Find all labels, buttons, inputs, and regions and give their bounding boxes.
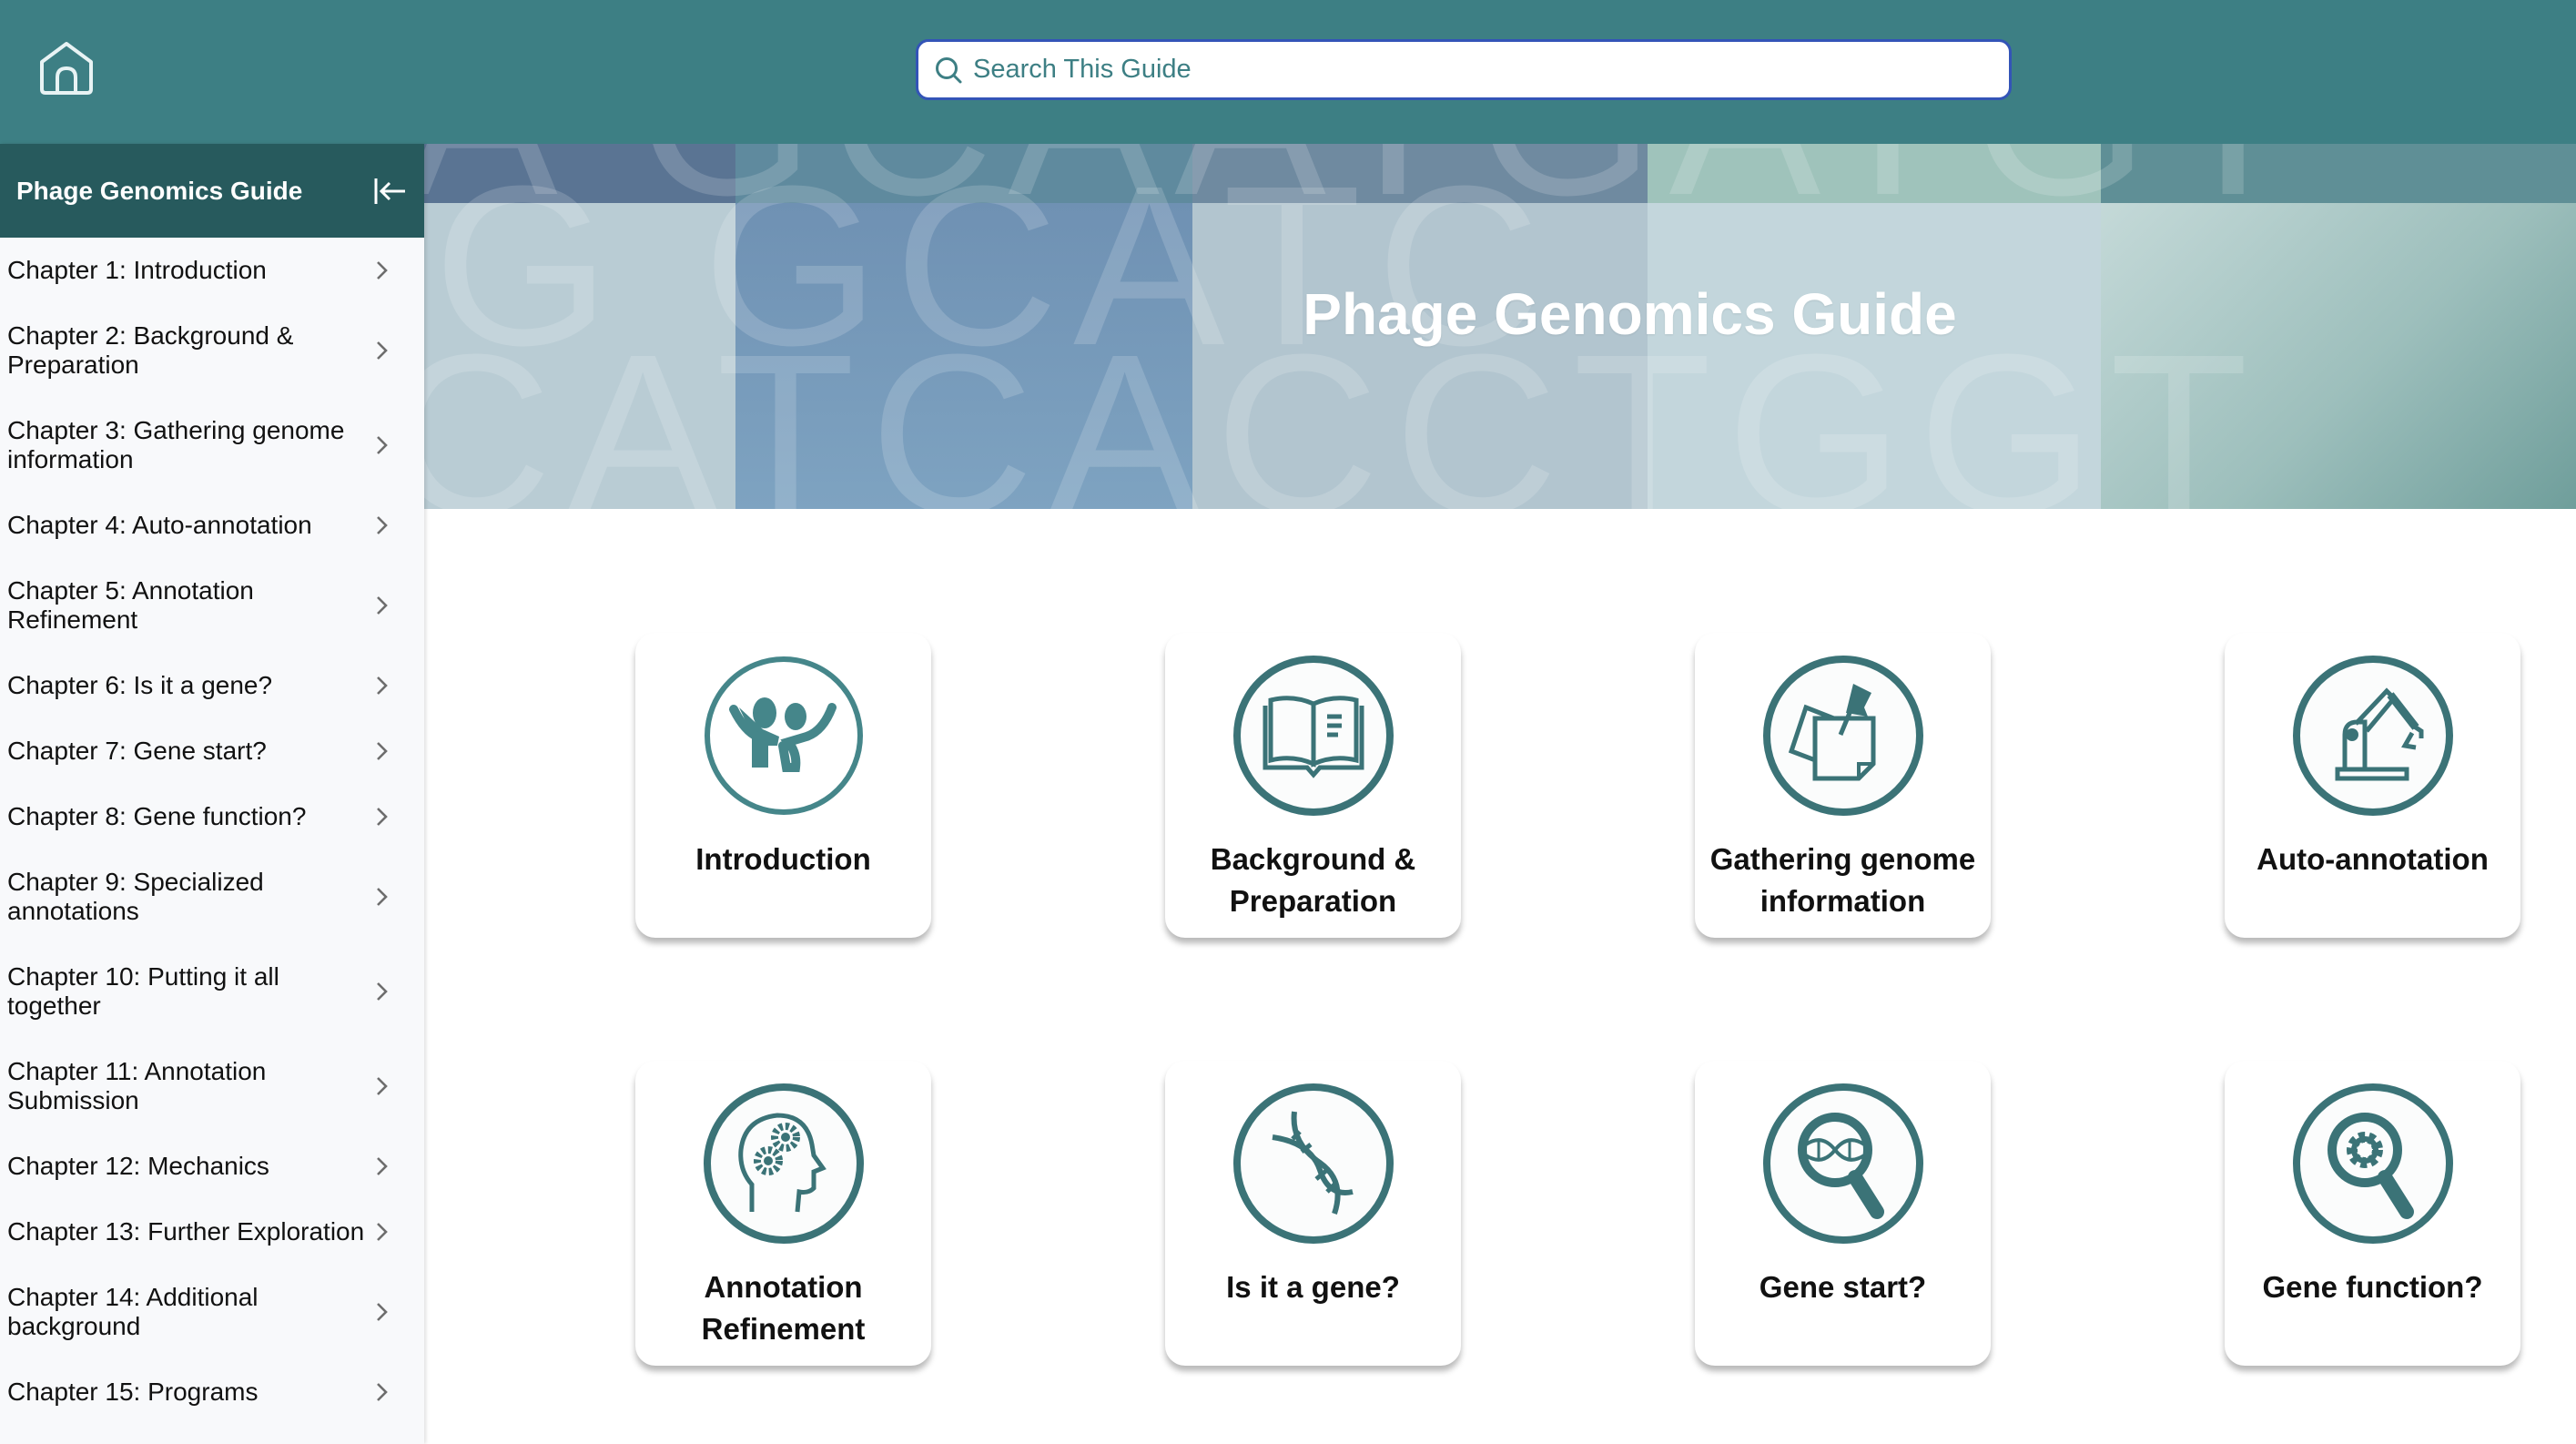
dna-icon <box>1229 1079 1398 1248</box>
sidebar-item-label: Chapter 12: Mechanics <box>7 1152 269 1180</box>
chapter-card-gene-start[interactable]: Gene start? <box>1695 1061 1991 1366</box>
chapter-card-introduction[interactable]: Introduction <box>635 633 931 938</box>
gear-magnifier-icon <box>2288 1079 2458 1248</box>
chevron-right-icon <box>377 676 388 695</box>
sidebar-item-chapter-15[interactable]: Chapter 15: Programs <box>0 1359 424 1425</box>
chapter-card-annotation-refinement[interactable]: Annotation Refinement <box>635 1061 931 1366</box>
sidebar-item-label: Chapter 1: Introduction <box>7 256 267 284</box>
chapter-nav: Chapter 1: Introduction Chapter 2: Backgr… <box>0 238 424 1425</box>
sidebar-item-chapter-4[interactable]: Chapter 4: Auto-annotation <box>0 493 424 558</box>
chapter-card-gathering-genome-information[interactable]: Gathering genome information <box>1695 633 1991 938</box>
sidebar-header: Phage Genomics Guide <box>0 144 424 238</box>
dna-magnifier-icon <box>1759 1079 1928 1248</box>
top-header <box>0 0 2576 144</box>
chevron-right-icon <box>377 1303 388 1321</box>
card-label: Gathering genome information <box>1709 842 1976 918</box>
open-book-icon <box>1229 651 1398 820</box>
sidebar-item-chapter-5[interactable]: Chapter 5: Annotation Refinement <box>0 558 424 653</box>
sidebar-item-label: Chapter 4: Auto-annotation <box>7 511 312 539</box>
chapter-card-background-preparation[interactable]: Background & Preparation <box>1165 633 1461 938</box>
home-button[interactable] <box>36 40 96 97</box>
sidebar-title: Phage Genomics Guide <box>16 176 303 205</box>
card-label: Introduction <box>695 842 871 876</box>
sidebar-item-chapter-6[interactable]: Chapter 6: Is it a gene? <box>0 653 424 718</box>
chevron-right-icon <box>377 982 388 1001</box>
chapter-card-gene-function[interactable]: Gene function? <box>2225 1061 2520 1366</box>
sidebar-item-chapter-10[interactable]: Chapter 10: Putting it all together <box>0 944 424 1039</box>
chevron-right-icon <box>377 1077 388 1095</box>
sidebar-item-label: Chapter 8: Gene function? <box>7 802 307 830</box>
sidebar-item-chapter-8[interactable]: Chapter 8: Gene function? <box>0 784 424 849</box>
sidebar-item-chapter-7[interactable]: Chapter 7: Gene start? <box>0 718 424 784</box>
collapse-sidebar-button[interactable] <box>371 173 408 209</box>
robot-arm-icon <box>2288 651 2458 820</box>
sidebar-item-label: Chapter 7: Gene start? <box>7 737 267 765</box>
search-input[interactable] <box>973 55 1974 85</box>
chevron-right-icon <box>377 1223 388 1241</box>
sidebar-item-label: Chapter 9: Specialized annotations <box>7 868 264 925</box>
sidebar-item-label: Chapter 2: Background & Preparation <box>7 321 294 379</box>
chevron-right-icon <box>377 1157 388 1175</box>
chapter-card-is-it-a-gene[interactable]: Is it a gene? <box>1165 1061 1461 1366</box>
sidebar-item-chapter-13[interactable]: Chapter 13: Further Exploration <box>0 1199 424 1265</box>
sidebar-item-label: Chapter 13: Further Exploration <box>7 1217 365 1246</box>
sidebar-item-label: Chapter 10: Putting it all together <box>7 962 279 1020</box>
hero-banner: A GCAATGATGT G GCATC CATCACCTGGT Phage G… <box>424 144 2576 509</box>
sidebar-item-label: Chapter 3: Gathering genome information <box>7 416 345 473</box>
banner-title: Phage Genomics Guide <box>1303 281 1957 347</box>
chevron-right-icon <box>377 596 388 615</box>
sidebar-item-chapter-14[interactable]: Chapter 14: Additional background <box>0 1265 424 1359</box>
people-cheering-icon <box>699 651 868 820</box>
chevron-right-icon <box>377 808 388 826</box>
search-icon <box>936 56 962 83</box>
sidebar-item-chapter-12[interactable]: Chapter 12: Mechanics <box>0 1134 424 1199</box>
head-gears-icon <box>699 1079 868 1248</box>
sidebar-item-label: Chapter 5: Annotation Refinement <box>7 576 254 634</box>
chevron-right-icon <box>377 888 388 906</box>
card-label: Background & Preparation <box>1210 842 1416 918</box>
card-label: Is it a gene? <box>1226 1270 1400 1304</box>
card-label: Annotation Refinement <box>701 1270 866 1346</box>
chevron-right-icon <box>377 261 388 280</box>
chevron-right-icon <box>377 341 388 360</box>
card-label: Gene function? <box>2262 1270 2483 1304</box>
sidebar-item-chapter-3[interactable]: Chapter 3: Gathering genome information <box>0 398 424 493</box>
card-label: Auto-annotation <box>2257 842 2489 876</box>
card-label: Gene start? <box>1759 1270 1927 1304</box>
pinned-notes-icon <box>1759 651 1928 820</box>
chevron-right-icon <box>377 436 388 454</box>
home-icon <box>40 42 93 95</box>
chevron-right-icon <box>377 1383 388 1401</box>
chapter-card-auto-annotation[interactable]: Auto-annotation <box>2225 633 2520 938</box>
collapse-left-icon <box>374 178 405 204</box>
sidebar: Phage Genomics Guide Chapter 1: Introduc… <box>0 144 424 1444</box>
sidebar-item-chapter-11[interactable]: Chapter 11: Annotation Submission <box>0 1039 424 1134</box>
search-bar[interactable] <box>916 39 2012 100</box>
sidebar-item-chapter-2[interactable]: Chapter 2: Background & Preparation <box>0 303 424 398</box>
chevron-right-icon <box>377 742 388 760</box>
sidebar-item-label: Chapter 14: Additional background <box>7 1283 259 1340</box>
chevron-right-icon <box>377 516 388 534</box>
sidebar-item-label: Chapter 11: Annotation Submission <box>7 1057 267 1114</box>
sidebar-item-label: Chapter 15: Programs <box>7 1378 259 1406</box>
sidebar-item-chapter-9[interactable]: Chapter 9: Specialized annotations <box>0 849 424 944</box>
sidebar-item-label: Chapter 6: Is it a gene? <box>7 671 273 699</box>
sidebar-item-chapter-1[interactable]: Chapter 1: Introduction <box>0 238 424 303</box>
